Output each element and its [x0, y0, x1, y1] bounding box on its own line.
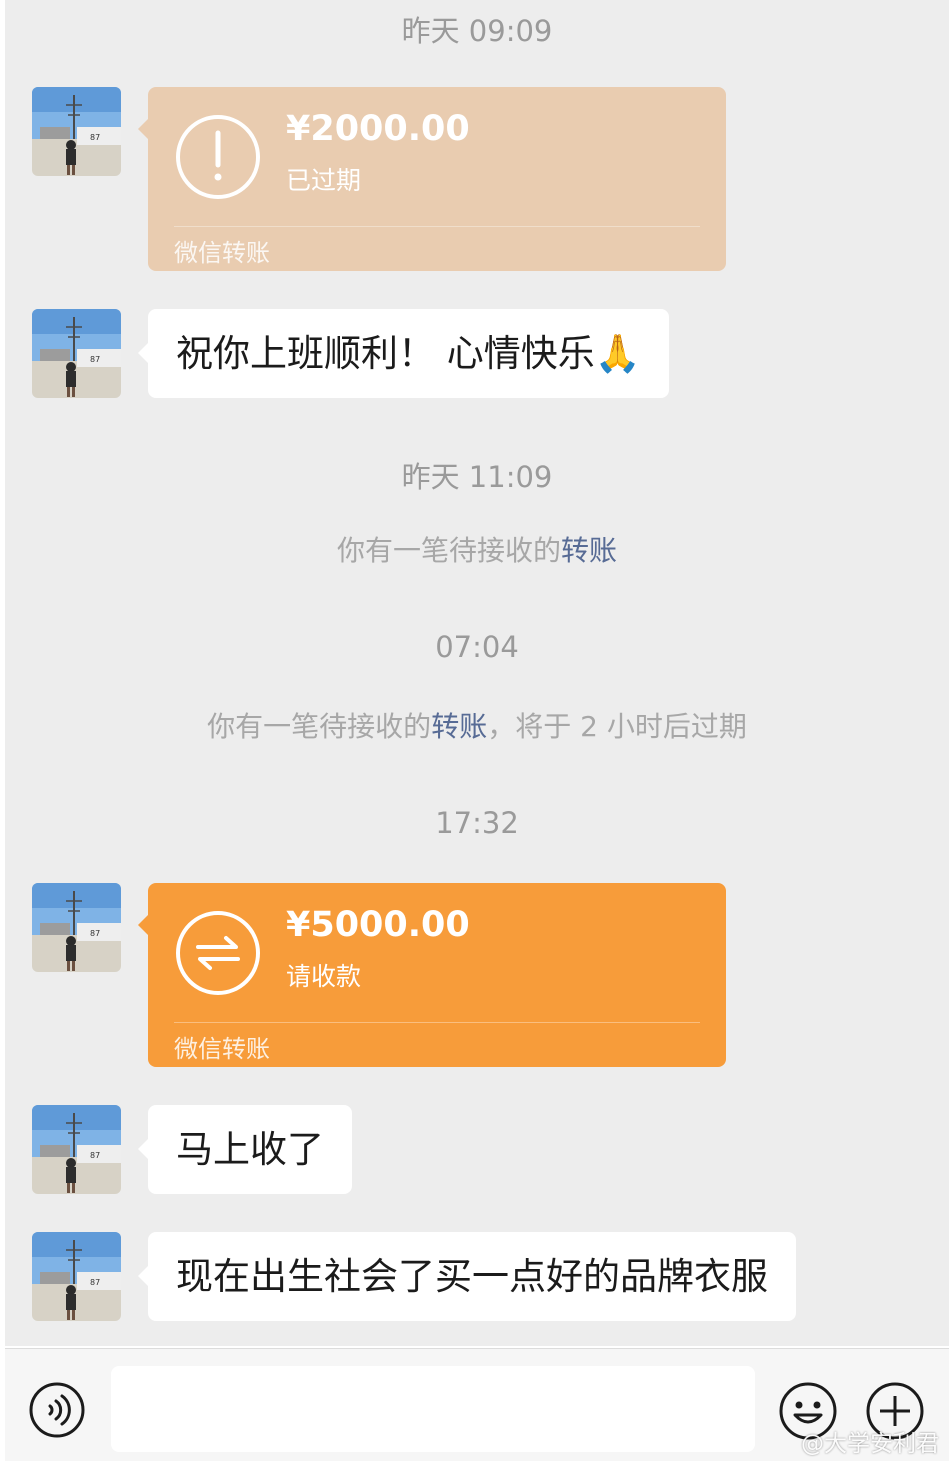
- contact-avatar[interactable]: [32, 87, 121, 176]
- transfer-card-pending[interactable]: ¥5000.00 请收款 微信转账: [138, 883, 726, 1067]
- transfer-link[interactable]: 转账: [431, 710, 487, 743]
- notice-suffix: ，将于 2 小时后过期: [487, 710, 747, 743]
- contact-avatar[interactable]: [32, 1232, 121, 1321]
- message-text: 祝你上班顺利！ 心情快乐: [176, 332, 595, 375]
- message-text: 马上收了: [176, 1128, 324, 1171]
- transfer-link[interactable]: 转账: [561, 534, 617, 567]
- message-bubble[interactable]: 马上收了: [138, 1105, 352, 1194]
- contact-avatar[interactable]: [32, 309, 121, 398]
- transfer-amount: ¥5000.00: [286, 905, 470, 945]
- transfer-amount: ¥2000.00: [286, 109, 470, 149]
- contact-avatar[interactable]: [32, 883, 121, 972]
- contact-avatar[interactable]: [32, 1105, 121, 1194]
- voice-icon[interactable]: [28, 1381, 86, 1439]
- message-input[interactable]: [111, 1366, 755, 1452]
- transfer-card-expired[interactable]: ¥2000.00 已过期 微信转账: [138, 87, 726, 271]
- praying-hands-emoji: 🙏: [594, 332, 641, 375]
- message-bubble[interactable]: 祝你上班顺利！ 心情快乐🙏: [138, 309, 669, 398]
- timestamp: 17:32: [435, 806, 519, 840]
- chat-history: 昨天 09:09 ¥2000.00 已过期 微信转账 祝你上班顺利！ 心情快乐🙏…: [5, 0, 949, 1346]
- timestamp: 昨天 11:09: [401, 460, 553, 494]
- transfer-arrows-icon: [176, 911, 260, 995]
- exclamation-icon: [176, 115, 260, 199]
- system-notice: 你有一笔待接收的转账: [5, 529, 949, 569]
- timestamp: 昨天 09:09: [401, 14, 553, 48]
- notice-text: 你有一笔待接收的: [207, 710, 432, 743]
- timestamp: 07:04: [435, 630, 519, 664]
- transfer-footer: 微信转账: [174, 239, 270, 267]
- message-bubble[interactable]: 现在出生社会了买一点好的品牌衣服: [138, 1232, 796, 1321]
- divider: [174, 226, 700, 227]
- transfer-status: 已过期: [286, 166, 362, 195]
- transfer-footer: 微信转账: [174, 1035, 270, 1063]
- message-text: 现在出生社会了买一点好的品牌衣服: [176, 1255, 768, 1298]
- divider: [174, 1022, 700, 1023]
- watermark: @大学安利君: [801, 1431, 939, 1457]
- system-notice: 你有一笔待接收的转账，将于 2 小时后过期: [5, 705, 949, 745]
- transfer-status: 请收款: [286, 962, 362, 991]
- notice-text: 你有一笔待接收的: [336, 534, 561, 567]
